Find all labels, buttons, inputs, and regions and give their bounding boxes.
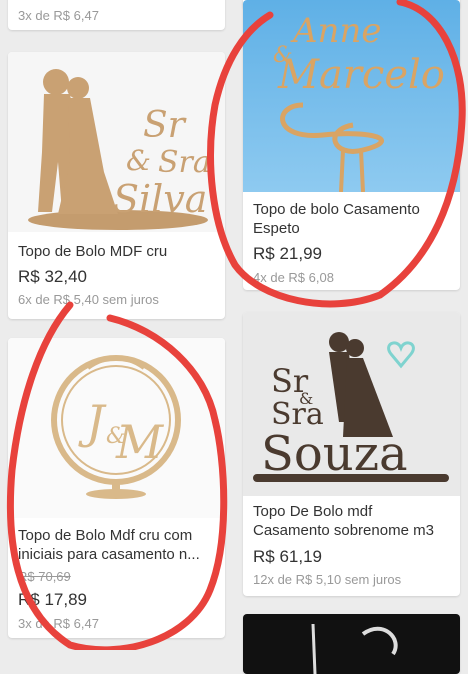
product-title[interactable]: Topo de Bolo MDF cru [18, 242, 217, 261]
installment-text: 3x de R$ 6,47 [18, 616, 99, 631]
product-price: R$ 21,99 [253, 244, 322, 263]
product-price: R$ 17,89 [18, 590, 87, 609]
sra-image-text: Sra [158, 145, 211, 180]
installment-text: 3x de R$ 6,47 [18, 8, 99, 23]
product-card-silva[interactable]: Sr & Sra Silva Topo de Bolo MDF cru R$ 3… [8, 52, 225, 319]
surname-image-text: Souza [261, 426, 408, 482]
couple-silhouette-image: Sr & Sra Silva [28, 69, 211, 230]
product-card-partial[interactable] [243, 614, 460, 674]
product-title[interactable]: Topo De Bolo mdf Casamento sobrenome m3 [253, 502, 452, 540]
product-image[interactable]: J & M [8, 338, 225, 518]
installment-text: 4x de R$ 6,08 [253, 270, 334, 285]
product-card-top-fragment[interactable]: 3x de R$ 6,47 [8, 0, 225, 30]
installment-text: 12x de R$ 5,10 sem juros [253, 572, 402, 587]
ampersand-image-text: & [126, 144, 151, 177]
initials-monogram-image: J & M [51, 355, 181, 499]
product-card-souza[interactable]: Sr & Sra Souza Topo De Bolo mdf Casament… [243, 312, 460, 596]
product-price: R$ 61,19 [253, 547, 322, 566]
product-card-anne-marcelo[interactable]: Anne & Marcelo Topo de bolo Casamento Es… [243, 0, 460, 290]
product-price: R$ 32,40 [18, 267, 87, 286]
product-title[interactable]: Topo de bolo Casamento Espeto [253, 200, 452, 238]
initial-j-image-text: J [78, 395, 107, 449]
product-image[interactable]: Sr & Sra Silva [8, 52, 225, 232]
surname-image-text: Silva [113, 177, 207, 221]
anne-image-text: Anne [290, 11, 381, 51]
product-card-iniciais[interactable]: J & M Topo de Bolo Mdf cru com iniciais … [8, 338, 225, 638]
product-image[interactable]: Anne & Marcelo [243, 0, 460, 192]
marcelo-image-text: Marcelo [277, 52, 445, 98]
product-image[interactable]: Sr & Sra Souza [243, 312, 460, 496]
old-price: R$ 70,69 [18, 569, 71, 584]
couple-surname-topper-image: Sr & Sra Souza [253, 332, 449, 482]
heart-icon [387, 341, 415, 369]
installment-text: 6x de R$ 5,40 sem juros [18, 292, 159, 307]
anne-marcelo-topper-image: Anne & Marcelo [273, 11, 445, 192]
sr-image-text: Sr [143, 105, 187, 146]
initial-m-image-text: M [115, 415, 165, 469]
product-title[interactable]: Topo de Bolo Mdf cru com iniciais para c… [18, 526, 217, 564]
product-image [311, 623, 398, 674]
